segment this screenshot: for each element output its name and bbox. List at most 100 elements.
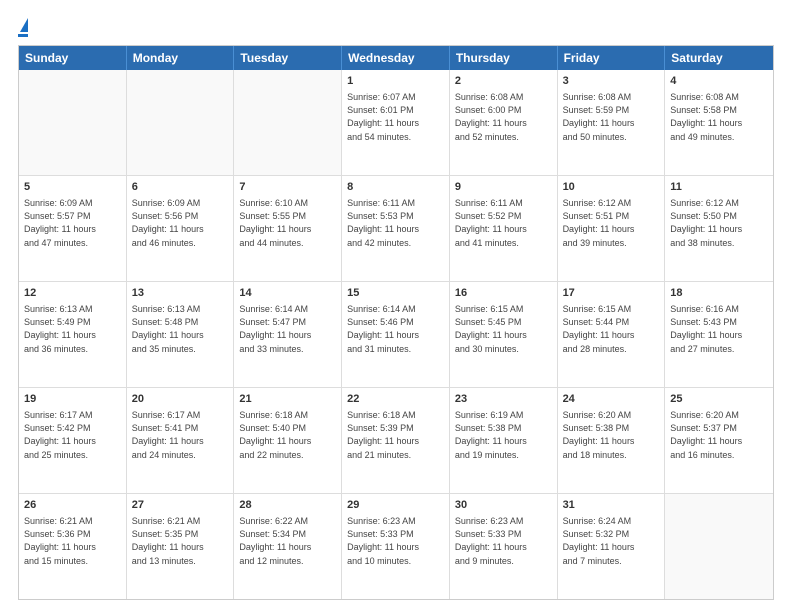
day-number: 27 (132, 498, 229, 513)
page: SundayMondayTuesdayWednesdayThursdayFrid… (0, 0, 792, 612)
calendar-row-2: 5 Sunrise: 6:09 AM Sunset: 5:57 PM Daylig… (19, 176, 773, 282)
day-number: 22 (347, 392, 444, 407)
day-number: 12 (24, 286, 121, 301)
cal-cell-14: 14 Sunrise: 6:14 AM Sunset: 5:47 PM Dayli… (234, 282, 342, 387)
day-number: 14 (239, 286, 336, 301)
cell-info: Sunrise: 6:20 AM Sunset: 5:38 PM Dayligh… (563, 409, 660, 461)
cal-cell-empty (234, 70, 342, 175)
cell-info: Sunrise: 6:18 AM Sunset: 5:39 PM Dayligh… (347, 409, 444, 461)
day-number: 5 (24, 180, 121, 195)
day-number: 11 (670, 180, 768, 195)
day-header-wednesday: Wednesday (342, 46, 450, 70)
day-number: 9 (455, 180, 552, 195)
cal-cell-empty (665, 494, 773, 599)
cell-info: Sunrise: 6:16 AM Sunset: 5:43 PM Dayligh… (670, 303, 768, 355)
cal-cell-3: 3 Sunrise: 6:08 AM Sunset: 5:59 PM Daylig… (558, 70, 666, 175)
logo (18, 18, 28, 37)
day-header-friday: Friday (558, 46, 666, 70)
cal-cell-11: 11 Sunrise: 6:12 AM Sunset: 5:50 PM Dayli… (665, 176, 773, 281)
day-number: 25 (670, 392, 768, 407)
day-number: 13 (132, 286, 229, 301)
day-header-thursday: Thursday (450, 46, 558, 70)
cal-cell-2: 2 Sunrise: 6:08 AM Sunset: 6:00 PM Daylig… (450, 70, 558, 175)
calendar-header: SundayMondayTuesdayWednesdayThursdayFrid… (19, 46, 773, 70)
cal-cell-4: 4 Sunrise: 6:08 AM Sunset: 5:58 PM Daylig… (665, 70, 773, 175)
day-header-sunday: Sunday (19, 46, 127, 70)
cell-info: Sunrise: 6:12 AM Sunset: 5:50 PM Dayligh… (670, 197, 768, 249)
cal-cell-30: 30 Sunrise: 6:23 AM Sunset: 5:33 PM Dayli… (450, 494, 558, 599)
cell-info: Sunrise: 6:15 AM Sunset: 5:45 PM Dayligh… (455, 303, 552, 355)
cell-info: Sunrise: 6:23 AM Sunset: 5:33 PM Dayligh… (347, 515, 444, 567)
cell-info: Sunrise: 6:23 AM Sunset: 5:33 PM Dayligh… (455, 515, 552, 567)
day-number: 21 (239, 392, 336, 407)
cell-info: Sunrise: 6:24 AM Sunset: 5:32 PM Dayligh… (563, 515, 660, 567)
cal-cell-7: 7 Sunrise: 6:10 AM Sunset: 5:55 PM Daylig… (234, 176, 342, 281)
day-number: 26 (24, 498, 121, 513)
day-number: 16 (455, 286, 552, 301)
cell-info: Sunrise: 6:09 AM Sunset: 5:56 PM Dayligh… (132, 197, 229, 249)
cell-info: Sunrise: 6:08 AM Sunset: 5:58 PM Dayligh… (670, 91, 768, 143)
cal-cell-9: 9Sunrise: 6:11 AM Sunset: 5:52 PM Daylig… (450, 176, 558, 281)
cal-cell-10: 10 Sunrise: 6:12 AM Sunset: 5:51 PM Dayli… (558, 176, 666, 281)
cell-info: Sunrise: 6:18 AM Sunset: 5:40 PM Dayligh… (239, 409, 336, 461)
day-header-saturday: Saturday (665, 46, 773, 70)
cal-cell-empty (19, 70, 127, 175)
day-number: 30 (455, 498, 552, 513)
cell-info: Sunrise: 6:08 AM Sunset: 5:59 PM Dayligh… (563, 91, 660, 143)
cal-cell-8: 8 Sunrise: 6:11 AM Sunset: 5:53 PM Daylig… (342, 176, 450, 281)
cal-cell-1: 1 Sunrise: 6:07 AM Sunset: 6:01 PM Daylig… (342, 70, 450, 175)
cell-info: Sunrise: 6:08 AM Sunset: 6:00 PM Dayligh… (455, 91, 552, 143)
day-number: 18 (670, 286, 768, 301)
cell-info: Sunrise: 6:14 AM Sunset: 5:46 PM Dayligh… (347, 303, 444, 355)
day-header-tuesday: Tuesday (234, 46, 342, 70)
day-number: 2 (455, 74, 552, 89)
cell-info: Sunrise: 6:15 AM Sunset: 5:44 PM Dayligh… (563, 303, 660, 355)
cell-info: Sunrise: 6:11 AM Sunset: 5:53 PM Dayligh… (347, 197, 444, 249)
cal-cell-29: 29 Sunrise: 6:23 AM Sunset: 5:33 PM Dayli… (342, 494, 450, 599)
day-number: 1 (347, 74, 444, 89)
cal-cell-16: 16 Sunrise: 6:15 AM Sunset: 5:45 PM Dayli… (450, 282, 558, 387)
day-number: 15 (347, 286, 444, 301)
calendar-row-3: 12 Sunrise: 6:13 AM Sunset: 5:49 PM Dayli… (19, 282, 773, 388)
cal-cell-5: 5 Sunrise: 6:09 AM Sunset: 5:57 PM Daylig… (19, 176, 127, 281)
cal-cell-13: 13 Sunrise: 6:13 AM Sunset: 5:48 PM Dayli… (127, 282, 235, 387)
cell-info: Sunrise: 6:22 AM Sunset: 5:34 PM Dayligh… (239, 515, 336, 567)
day-number: 17 (563, 286, 660, 301)
calendar-body: 1 Sunrise: 6:07 AM Sunset: 6:01 PM Daylig… (19, 70, 773, 599)
cell-info: Sunrise: 6:20 AM Sunset: 5:37 PM Dayligh… (670, 409, 768, 461)
cal-cell-18: 18 Sunrise: 6:16 AM Sunset: 5:43 PM Dayli… (665, 282, 773, 387)
day-number: 8 (347, 180, 444, 195)
cell-info: Sunrise: 6:10 AM Sunset: 5:55 PM Dayligh… (239, 197, 336, 249)
cal-cell-31: 31 Sunrise: 6:24 AM Sunset: 5:32 PM Dayli… (558, 494, 666, 599)
cal-cell-6: 6 Sunrise: 6:09 AM Sunset: 5:56 PM Daylig… (127, 176, 235, 281)
logo-underline (18, 34, 28, 37)
day-number: 20 (132, 392, 229, 407)
cell-info: Sunrise: 6:13 AM Sunset: 5:49 PM Dayligh… (24, 303, 121, 355)
cal-cell-28: 28 Sunrise: 6:22 AM Sunset: 5:34 PM Dayli… (234, 494, 342, 599)
cal-cell-19: 19Sunrise: 6:17 AM Sunset: 5:42 PM Dayli… (19, 388, 127, 493)
day-number: 28 (239, 498, 336, 513)
day-number: 31 (563, 498, 660, 513)
day-number: 10 (563, 180, 660, 195)
cell-info: Sunrise: 6:19 AM Sunset: 5:38 PM Dayligh… (455, 409, 552, 461)
cal-cell-20: 20Sunrise: 6:17 AM Sunset: 5:41 PM Dayli… (127, 388, 235, 493)
day-number: 7 (239, 180, 336, 195)
calendar-row-1: 1 Sunrise: 6:07 AM Sunset: 6:01 PM Daylig… (19, 70, 773, 176)
cell-info: Sunrise: 6:21 AM Sunset: 5:36 PM Dayligh… (24, 515, 121, 567)
calendar: SundayMondayTuesdayWednesdayThursdayFrid… (18, 45, 774, 600)
header (18, 18, 774, 37)
cell-info: Sunrise: 6:09 AM Sunset: 5:57 PM Dayligh… (24, 197, 121, 249)
cal-cell-23: 23Sunrise: 6:19 AM Sunset: 5:38 PM Dayli… (450, 388, 558, 493)
day-number: 24 (563, 392, 660, 407)
cell-info: Sunrise: 6:14 AM Sunset: 5:47 PM Dayligh… (239, 303, 336, 355)
cal-cell-24: 24 Sunrise: 6:20 AM Sunset: 5:38 PM Dayli… (558, 388, 666, 493)
cell-info: Sunrise: 6:13 AM Sunset: 5:48 PM Dayligh… (132, 303, 229, 355)
cell-info: Sunrise: 6:12 AM Sunset: 5:51 PM Dayligh… (563, 197, 660, 249)
day-number: 29 (347, 498, 444, 513)
cal-cell-26: 26 Sunrise: 6:21 AM Sunset: 5:36 PM Dayli… (19, 494, 127, 599)
day-number: 3 (563, 74, 660, 89)
cell-info: Sunrise: 6:07 AM Sunset: 6:01 PM Dayligh… (347, 91, 444, 143)
day-number: 6 (132, 180, 229, 195)
cal-cell-21: 21 Sunrise: 6:18 AM Sunset: 5:40 PM Dayli… (234, 388, 342, 493)
day-number: 4 (670, 74, 768, 89)
